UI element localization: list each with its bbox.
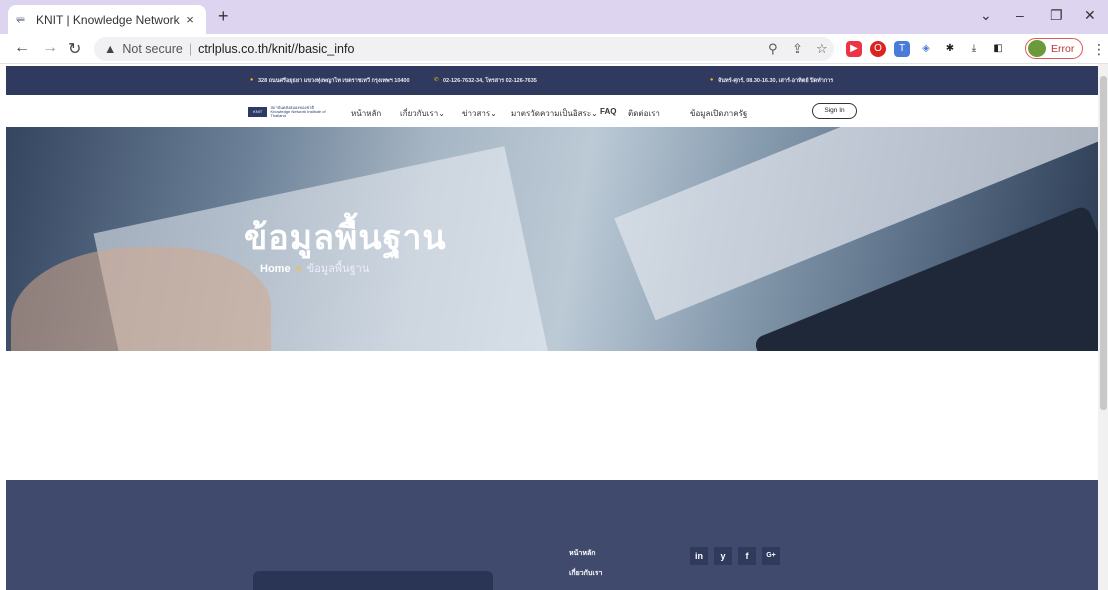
nav-contact[interactable]: ติดต่อเรา [628, 107, 660, 120]
nav-faq[interactable]: FAQ [600, 107, 616, 116]
nav-ita[interactable]: มาตรวัดความเป็นอิสระ⌄ [511, 107, 598, 120]
back-arrow-icon[interactable]: ← [14, 39, 30, 57]
not-secure-label: Not secure [122, 42, 183, 56]
nav-opendata[interactable]: ข้อมูลเปิดภาครัฐ [690, 107, 747, 120]
site-navbar: KNIT สถาบันคลังสมองของชาติ Knowledge Net… [6, 95, 1098, 127]
extension-diamond-icon[interactable]: ◈ [918, 41, 934, 57]
clock-icon: ● [710, 77, 714, 83]
address-bar[interactable]: ▲ Not secure | ctrlplus.co.th/knit//basi… [94, 37, 834, 61]
location-icon: ● [250, 77, 254, 83]
forward-arrow-icon[interactable]: → [42, 39, 58, 57]
reload-icon[interactable]: ↻ [68, 39, 81, 59]
chevron-down-icon: ⌄ [490, 109, 497, 118]
url-separator: | [188, 42, 193, 56]
browser-menu-icon[interactable]: ⋮ [1092, 41, 1106, 58]
translate-extension-icon[interactable]: T [894, 41, 910, 57]
chevron-down-icon: ⌄ [591, 109, 598, 118]
nav-ita-label: มาตรวัดความเป็นอิสระ [511, 109, 592, 118]
new-tab-button[interactable]: + [218, 6, 229, 27]
chevron-down-icon: ⌄ [438, 109, 445, 118]
footer-link-home[interactable]: หน้าหลัก [569, 548, 595, 559]
breadcrumb-home[interactable]: Home [260, 263, 291, 275]
extension-red-icon[interactable]: ▶ [846, 41, 862, 57]
tab-strip: ⥫ KNIT | Knowledge Network Instit × + ⌄ … [0, 0, 1108, 34]
tab-title: KNIT | Knowledge Network Instit [36, 12, 182, 27]
page-title: ข้อมูลพื้นฐาน [244, 218, 447, 258]
download-icon[interactable]: ⤓ [966, 41, 982, 57]
zoom-icon[interactable]: ⚲ [768, 41, 778, 57]
browser-tab[interactable]: ⥫ KNIT | Knowledge Network Instit × [8, 5, 206, 34]
nav-news[interactable]: ข่าวสาร⌄ [462, 107, 497, 120]
browser-toolbar: ← → ↻ ▲ Not secure | ctrlplus.co.th/knit… [0, 34, 1108, 64]
nav-news-label: ข่าวสาร [462, 109, 491, 118]
hero-hand-shape [11, 247, 271, 351]
avatar [1028, 40, 1046, 57]
nav-about-label: เกี่ยวกับเรา [400, 109, 439, 118]
bookmark-star-icon[interactable]: ☆ [816, 41, 828, 57]
minimize-icon[interactable]: – [1016, 7, 1024, 23]
profile-error-button[interactable]: Error [1025, 38, 1083, 59]
nav-home[interactable]: หน้าหลัก [351, 107, 381, 120]
breadcrumb-separator: » [295, 263, 302, 275]
logo-text: สถาบันคลังสมองของชาติ Knowledge Network … [270, 106, 340, 118]
side-panel-icon[interactable]: ◧ [990, 41, 1006, 57]
footer-link-about[interactable]: เกี่ยวกับเรา [569, 568, 602, 579]
site-info-bar: ● 328 ถนนศรีอยุธยา แขวงทุ่งพญาไท เขตราชเ… [6, 66, 1098, 95]
google-plus-icon[interactable]: G+ [762, 547, 780, 565]
restore-icon[interactable]: ❐ [1050, 7, 1063, 24]
address-text: 328 ถนนศรีอยุธยา แขวงทุ่งพญาไท เขตราชเทว… [258, 78, 410, 84]
nav-about[interactable]: เกี่ยวกับเรา⌄ [400, 107, 445, 120]
tab-close-icon[interactable]: × [182, 12, 198, 27]
phone-icon: ✆ [434, 77, 439, 83]
logo-mark: KNIT [248, 107, 268, 117]
opera-extension-icon[interactable]: O [870, 41, 886, 57]
breadcrumb-current: ข้อมูลพื้นฐาน [306, 263, 370, 275]
twitter-icon[interactable]: y [714, 547, 732, 565]
site-favicon-icon: ⥫ [16, 13, 25, 25]
warning-triangle-icon: ▲ [104, 42, 117, 56]
hours-text: จันทร์-ศุกร์, 08.30-16.30, เสาร์-อาทิตย์… [718, 78, 834, 84]
url-text: ctrlplus.co.th/knit//basic_info [198, 42, 355, 56]
tab-search-chevron-icon[interactable]: ⌄ [980, 7, 992, 24]
share-icon[interactable]: ⇪ [792, 41, 803, 57]
linkedin-icon[interactable]: in [690, 547, 708, 565]
footer-card [253, 571, 493, 590]
sign-in-button[interactable]: Sign In [812, 103, 857, 119]
close-window-icon[interactable]: ✕ [1084, 7, 1096, 24]
facebook-icon[interactable]: f [738, 547, 756, 565]
phone-text: 02-126-7632-34, โทรสาร 02-126-7635 [443, 78, 537, 84]
scrollbar-thumb[interactable] [1100, 76, 1107, 410]
extensions-puzzle-icon[interactable]: ✱ [942, 41, 958, 57]
breadcrumb: Home » ข้อมูลพื้นฐาน [260, 259, 369, 277]
site-logo[interactable]: KNIT สถาบันคลังสมองของชาติ Knowledge Net… [248, 105, 340, 119]
logo-line-2: Knowledge Network Institute of Thailand [270, 109, 326, 118]
profile-error-label: Error [1051, 42, 1075, 55]
hero-banner: ข้อมูลพื้นฐาน Home » ข้อมูลพื้นฐาน [6, 127, 1098, 351]
site-footer [6, 480, 1098, 590]
